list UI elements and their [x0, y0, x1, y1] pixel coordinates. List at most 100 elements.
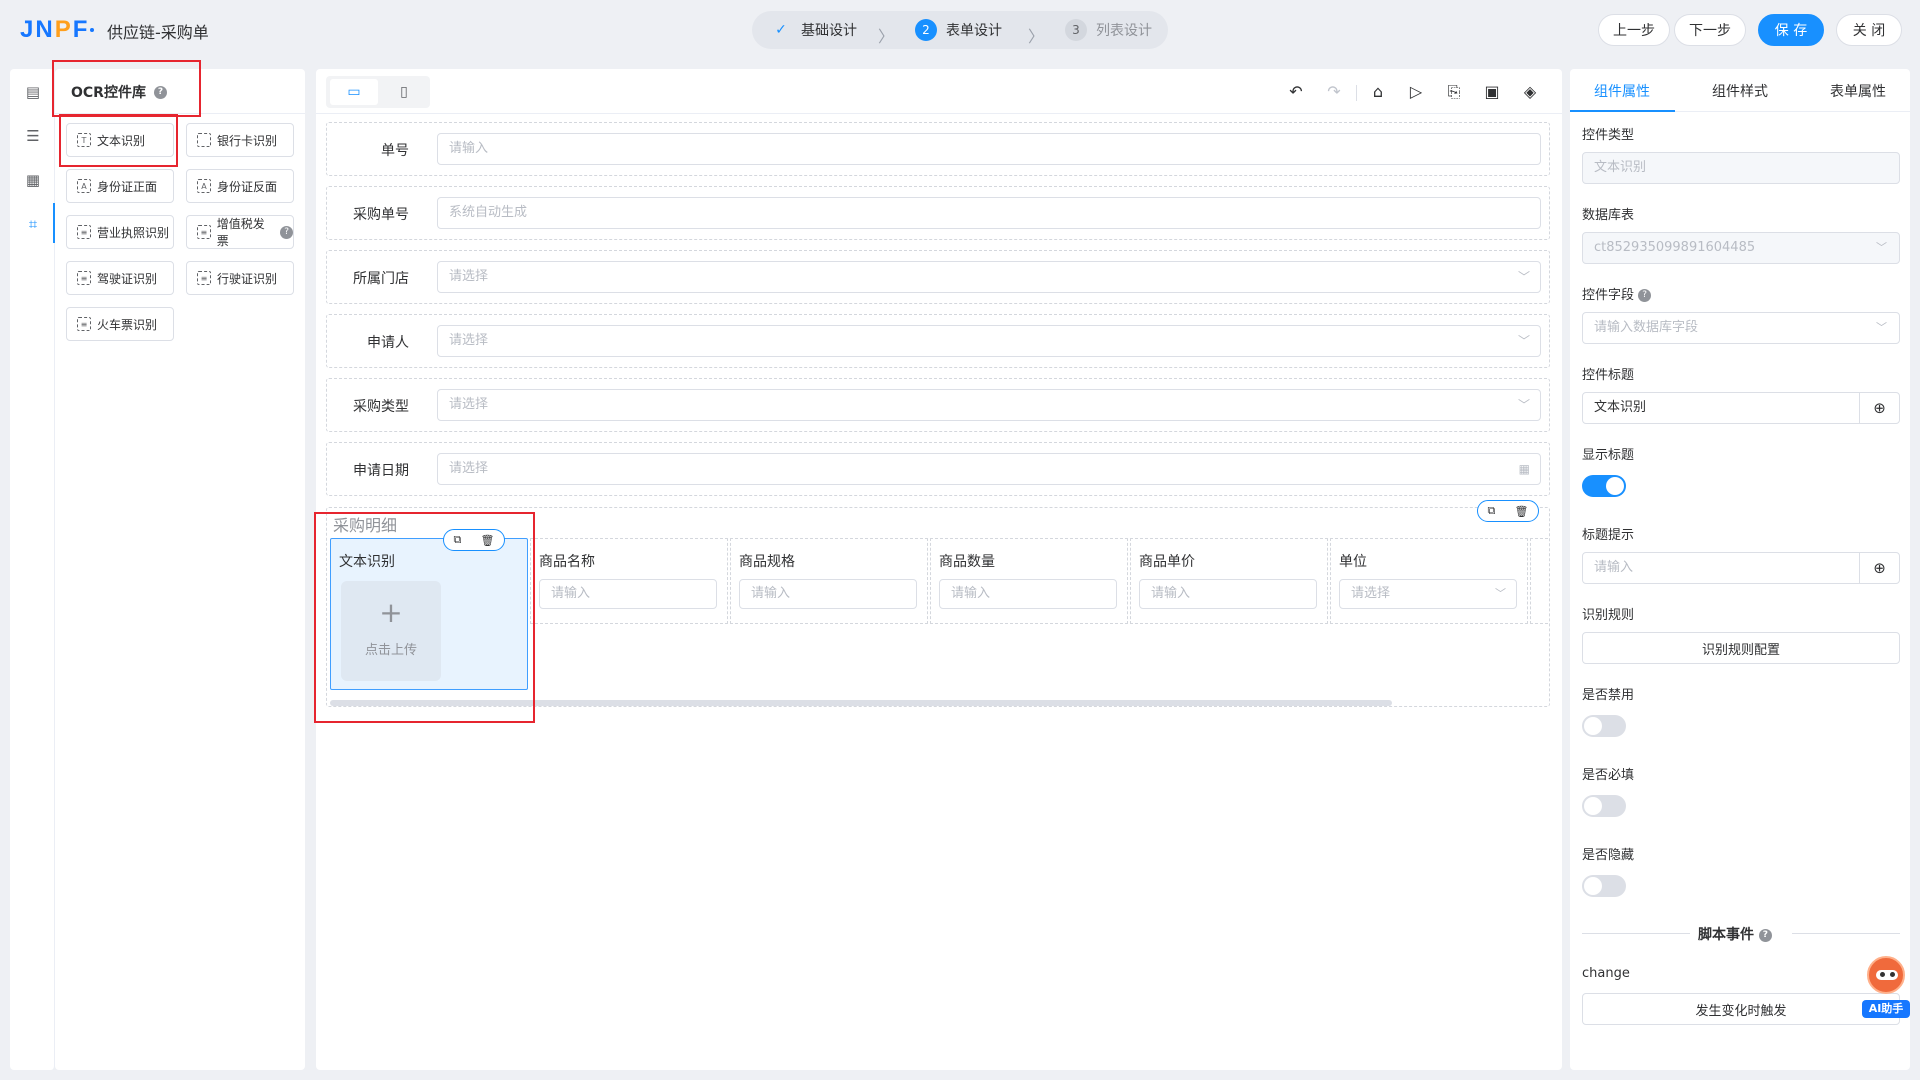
purchase-no-input[interactable]: 系统自动生成: [437, 197, 1541, 229]
desktop-icon[interactable]: ▭: [330, 79, 378, 105]
apply-date-picker[interactable]: 请选择 ▦: [437, 453, 1541, 485]
globe-icon[interactable]: ⊕: [1859, 553, 1899, 583]
step-label: 列表设计: [1096, 23, 1152, 39]
page-title: 供应链-采购单: [107, 23, 209, 42]
applicant-select[interactable]: 请选择 ﹀: [437, 325, 1541, 357]
ocr-text-column[interactable]: 文本识别 + 点击上传: [330, 538, 528, 690]
help-icon[interactable]: ?: [1638, 289, 1652, 302]
ocr-item-train-ticket[interactable]: ≡ 火车票识别: [66, 307, 174, 341]
toolbar-divider: [1356, 85, 1357, 101]
delete-icon[interactable]: 🗑: [480, 534, 494, 547]
form-controls-icon[interactable]: ▤: [24, 83, 42, 101]
control-title-input[interactable]: 文本识别 ⊕: [1582, 392, 1900, 424]
column-actions: ⧉ 🗑: [443, 529, 505, 551]
active-tab-indicator: [1570, 110, 1675, 112]
change-event-button[interactable]: 发生变化时触发: [1582, 993, 1900, 1025]
save-template-icon[interactable]: ▣: [1482, 82, 1502, 102]
tab-form-props[interactable]: 表单属性: [1830, 81, 1886, 101]
scan-icon: ≡: [77, 317, 91, 331]
product-qty-input[interactable]: 请输入: [939, 579, 1117, 609]
ocr-item-vehicle-license[interactable]: ≡ 行驶证识别: [186, 261, 294, 295]
chevron-down-icon: ﹀: [1517, 270, 1530, 284]
form-item-order-no: 单号 请输入: [326, 122, 1550, 176]
show-title-label: 显示标题: [1582, 448, 1635, 463]
product-spec-input[interactable]: 请输入: [739, 579, 917, 609]
ai-assistant-widget[interactable]: AI助手: [1862, 952, 1910, 1022]
product-price-input[interactable]: 请输入: [1139, 579, 1317, 609]
step-number: 2: [915, 19, 937, 41]
field-label: 单号: [381, 143, 409, 159]
horizontal-scrollbar[interactable]: [330, 700, 1392, 706]
column-unit[interactable]: 单位 请选择 ﹀: [1330, 538, 1528, 624]
show-title-toggle[interactable]: [1582, 475, 1626, 497]
upload-box[interactable]: + 点击上传: [341, 581, 441, 681]
field-label: 采购类型: [353, 399, 409, 415]
cube-icon[interactable]: ◈: [1520, 82, 1540, 102]
purchase-type-select[interactable]: 请选择 ﹀: [437, 389, 1541, 421]
title-tip-input[interactable]: 请输入 ⊕: [1582, 552, 1900, 584]
ocr-item-bankcard[interactable]: 银行卡识别: [186, 123, 294, 157]
tab-component-props[interactable]: 组件属性: [1594, 81, 1650, 101]
layout-tree-icon[interactable]: ☰: [24, 127, 42, 145]
required-toggle[interactable]: [1582, 795, 1626, 817]
subtable-actions: ⧉ 🗑: [1477, 500, 1539, 522]
column-product-price[interactable]: 商品单价 请输入: [1130, 538, 1328, 624]
store-select[interactable]: 请选择 ﹀: [437, 261, 1541, 293]
column-product-spec[interactable]: 商品规格 请输入: [730, 538, 928, 624]
globe-icon[interactable]: ⊕: [1859, 393, 1899, 423]
order-no-input[interactable]: 请输入: [437, 133, 1541, 165]
hidden-toggle[interactable]: [1582, 875, 1626, 897]
save-button[interactable]: 保 存: [1758, 14, 1824, 46]
title-separator-dot: [90, 28, 94, 32]
divider: [1792, 933, 1900, 934]
event-name: change: [1582, 966, 1630, 981]
ocr-item-idcard-back[interactable]: A 身份证反面: [186, 169, 294, 203]
text-scan-icon: T: [77, 133, 91, 147]
step-list-design[interactable]: 3 列表设计: [1065, 11, 1152, 49]
tablet-icon[interactable]: ▯: [382, 79, 426, 105]
ocr-item-vat-invoice[interactable]: ≡ 增值税发票?: [186, 215, 294, 249]
ai-assistant-label: AI助手: [1862, 1000, 1910, 1018]
copy-icon[interactable]: ⧉: [1488, 504, 1496, 518]
ocr-item-driver-license[interactable]: ≡ 驾驶证识别: [66, 261, 174, 295]
delete-icon[interactable]: 🗑: [1514, 505, 1528, 518]
next-step-button[interactable]: 下一步: [1674, 14, 1746, 46]
rule-config-button[interactable]: 识别规则配置: [1582, 632, 1900, 664]
help-icon[interactable]: ?: [153, 85, 167, 99]
chevron-down-icon: ﹀: [1495, 587, 1506, 600]
step-number: 3: [1065, 19, 1087, 41]
step-form-design[interactable]: 2 表单设计: [903, 11, 1021, 49]
ocr-item-idcard-front[interactable]: A 身份证正面: [66, 169, 174, 203]
tab-component-style[interactable]: 组件样式: [1712, 81, 1768, 101]
design-steps: ✓ 基础设计 〉 2 表单设计 〉 3 列表设计: [752, 11, 1168, 49]
chevron-down-icon: ﹀: [1517, 398, 1530, 412]
ocr-item-license[interactable]: ≡ 营业执照识别: [66, 215, 174, 249]
control-field-select[interactable]: 请输入数据库字段 ﹀: [1582, 312, 1900, 344]
column-product-name[interactable]: 商品名称 请输入: [530, 538, 728, 624]
plus-icon: +: [379, 596, 403, 629]
close-button[interactable]: 关 闭: [1836, 14, 1902, 46]
title-tip-label: 标题提示: [1582, 528, 1635, 543]
unit-select[interactable]: 请选择 ﹀: [1339, 579, 1517, 609]
layout-grid-icon[interactable]: ▦: [24, 171, 42, 189]
divider: [1582, 933, 1690, 934]
undo-icon[interactable]: ↶: [1286, 82, 1306, 102]
top-header: JNPF 供应链-采购单 ✓ 基础设计 〉 2 表单设计 〉 3 列表设计 上一…: [0, 0, 1920, 60]
ocr-item-text[interactable]: T 文本识别: [66, 123, 174, 157]
disabled-toggle[interactable]: [1582, 715, 1626, 737]
ocr-scan-icon[interactable]: ⌗: [24, 215, 42, 233]
step-label: 基础设计: [801, 23, 857, 39]
upload-label: 点击上传: [364, 643, 417, 658]
purchase-detail-table[interactable]: 采购明细 ⧉ 🗑 文本识别 + 点击上传 ⧉ 🗑 商品名称 请输入 商品规格 请输入 商…: [326, 500, 1550, 707]
clear-icon[interactable]: ⌂: [1368, 82, 1388, 102]
export-icon[interactable]: ⎘: [1444, 82, 1464, 102]
help-icon[interactable]: ?: [1758, 928, 1772, 942]
product-name-input[interactable]: 请输入: [539, 579, 717, 609]
column-product-qty[interactable]: 商品数量 请输入: [930, 538, 1128, 624]
copy-icon[interactable]: ⧉: [454, 533, 462, 547]
redo-icon[interactable]: ↷: [1324, 82, 1344, 102]
preview-icon[interactable]: ▷: [1406, 82, 1426, 102]
help-icon[interactable]: ?: [280, 225, 293, 239]
step-basic-design[interactable]: ✓ 基础设计: [770, 11, 857, 49]
prev-step-button[interactable]: 上一步: [1598, 14, 1670, 46]
